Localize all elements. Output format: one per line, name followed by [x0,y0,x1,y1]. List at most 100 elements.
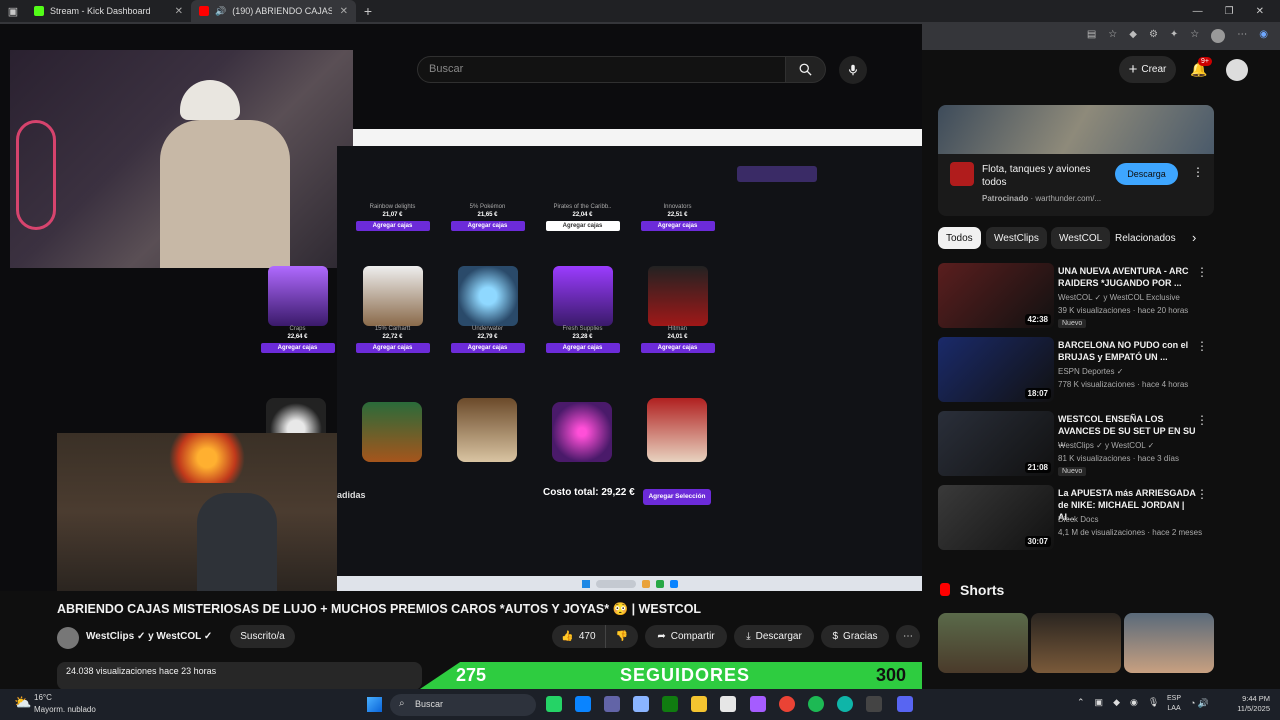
video-thumbnail[interactable]: 30:07 [938,485,1054,550]
add-box-button[interactable]: Agregar cajas [545,221,620,231]
chevron-right-icon[interactable]: › [1192,230,1196,245]
add-box-button[interactable]: Agregar cajas [450,343,525,353]
video-thumbnail[interactable]: 21:08 [938,411,1054,476]
app-icon[interactable] [866,696,882,712]
channel-avatar[interactable] [57,627,79,649]
whatsapp-icon[interactable] [546,696,562,712]
add-box-button[interactable]: Agregar cajas [260,343,335,353]
edge-icon[interactable] [837,696,853,712]
more-icon[interactable]: ⋮ [1196,339,1208,353]
filter-chip-westcol[interactable]: WestCOL [1051,227,1111,249]
add-box-button[interactable]: Agregar cajas [355,221,430,231]
profile-avatar[interactable] [1211,29,1226,43]
input-language[interactable]: ESP LAA [1167,694,1181,714]
more-icon[interactable]: ⋮ [1196,413,1208,427]
close-tab-icon[interactable]: ✕ [340,6,348,17]
tab-youtube-video[interactable]: 🔊 (190) ABRIENDO CAJAS MIS ✕ [191,0,356,22]
close-window-icon[interactable]: ✕ [1256,6,1264,17]
video-channel[interactable]: WestCOL ✓ y WestCOL Exclusive [1058,293,1180,302]
weather-desc[interactable]: Mayorm. nublado [34,705,96,714]
more-icon[interactable]: ⋮ [1196,265,1208,279]
maximize-icon[interactable]: ❐ [1225,6,1234,17]
recommended-video[interactable]: 42:38 UNA NUEVA AVENTURA - ARC RAIDERS *J… [938,263,1208,329]
dislike-button[interactable]: 👎 [605,625,638,648]
search-button[interactable] [786,56,826,83]
app-icon[interactable] [633,696,649,712]
extension-icon[interactable]: ◆ [1129,29,1137,43]
recommended-video[interactable]: 21:08 WESTCOL ENSEÑA LOS AVANCES DE SU SE… [938,411,1208,477]
window-menu-icon[interactable]: ▣ [0,5,26,18]
video-thumbnail[interactable]: 18:07 [938,337,1054,402]
copilot-icon[interactable]: ◉ [1259,29,1268,43]
favorite-star-icon[interactable]: ☆ [1108,29,1117,43]
start-icon[interactable] [367,697,382,712]
chrome-icon[interactable] [779,696,795,712]
more-actions-button[interactable]: ⋯ [896,625,920,648]
recommended-video[interactable]: 18:07 BARCELONA NO PUDO con el BRUJAS y E… [938,337,1208,403]
taskbar-search[interactable]: ⌕ Buscar [390,694,536,716]
tray-app-icon[interactable]: ▣ [1095,697,1104,708]
video-title[interactable]: BARCELONA NO PUDO con el BRUJAS y EMPATÓ… [1058,339,1198,363]
more-icon[interactable]: ⋮ [1196,487,1208,501]
short-thumbnail[interactable] [1124,613,1214,673]
sponsored-ad[interactable]: Flota, tanques y aviones todos Patrocina… [938,105,1214,216]
add-box-button[interactable]: Agregar cajas [545,343,620,353]
more-menu-icon[interactable]: ⋯ [1237,29,1247,43]
add-selection-button[interactable]: Agregar Selección [643,489,711,505]
add-box-button[interactable]: Agregar cajas [640,343,715,353]
recommended-video[interactable]: 30:07 La APUESTA más ARRIESGADA de NIKE: … [938,485,1208,551]
network-icon[interactable]: ◔ 🔊 [1190,698,1209,709]
video-thumbnail[interactable]: 42:38 [938,263,1054,328]
share-button[interactable]: ➦ Compartir [645,625,727,648]
mic-tray-icon[interactable]: 🎙 [1148,697,1159,708]
discord-icon[interactable] [897,696,913,712]
create-button[interactable]: + Crear [1119,56,1176,83]
video-description[interactable]: 24.038 visualizaciones hace 23 horas [57,662,422,690]
add-box-button[interactable]: Agregar cajas [355,343,430,353]
filter-chip-relacionados[interactable]: Relacionados [1107,227,1184,249]
channel-name[interactable]: WestClips ✓ y WestCOL ✓ [86,631,212,642]
new-tab-icon[interactable]: + [356,3,380,19]
tray-chevron-icon[interactable]: ⌃ [1077,697,1085,708]
ad-download-button[interactable]: Descarga [1115,163,1178,185]
filter-chip-westclips[interactable]: WestClips [986,227,1047,249]
app-icon[interactable] [750,696,766,712]
video-channel[interactable]: Dieck Docs [1058,515,1098,524]
app-icon[interactable] [575,696,591,712]
add-box-button[interactable]: Agregar cajas [450,221,525,231]
spotify-icon[interactable] [808,696,824,712]
short-thumbnail[interactable] [938,613,1028,673]
video-title: ABRIENDO CAJAS MISTERIOSAS DE LUJO + MUC… [57,602,702,616]
box-name: Fresh Supplies [562,326,603,332]
tray-app-icon[interactable]: ◉ [1130,697,1138,708]
teams-icon[interactable] [604,696,620,712]
video-title[interactable]: UNA NUEVA AVENTURA - ARC RAIDERS *JUGAND… [1058,265,1198,289]
like-button[interactable]: 👍 470 [552,625,605,648]
collections-icon[interactable]: ☆ [1190,29,1199,43]
subscribed-button[interactable]: Suscrito/a [230,625,295,648]
tab-kick-dashboard[interactable]: Stream - Kick Dashboard ✕ [26,0,191,22]
clock[interactable]: 9:44 PM 11/5/2025 [1228,694,1270,714]
video-channel[interactable]: WestClips ✓ y WestCOL ✓ [1058,441,1154,450]
download-button[interactable]: ⤓ Descargar [734,625,814,648]
short-thumbnail[interactable] [1031,613,1121,673]
tray-app-icon[interactable]: ◆ [1113,697,1120,708]
account-avatar[interactable] [1226,59,1248,81]
voice-search-button[interactable] [839,56,867,84]
settings-icon[interactable]: ⚙ [1149,29,1158,43]
search-input[interactable]: Buscar [417,56,786,83]
speaker-icon[interactable]: 🔊 [215,6,226,17]
filter-chip-todos[interactable]: Todos [938,227,981,249]
notifications-button[interactable]: 🔔 9+ [1190,57,1212,78]
minimize-icon[interactable]: — [1193,6,1203,17]
folder-icon[interactable] [691,696,707,712]
close-tab-icon[interactable]: ✕ [175,6,183,17]
ad-more-icon[interactable]: ⋮ [1192,165,1204,179]
store-icon[interactable] [720,696,736,712]
puzzle-icon[interactable]: ✦ [1170,29,1178,43]
add-box-button[interactable]: Agregar cajas [640,221,715,231]
reader-icon[interactable]: ▤ [1087,29,1096,43]
xbox-icon[interactable] [662,696,678,712]
thanks-button[interactable]: $ Gracias [821,625,889,648]
video-channel[interactable]: ESPN Deportes ✓ [1058,367,1123,376]
